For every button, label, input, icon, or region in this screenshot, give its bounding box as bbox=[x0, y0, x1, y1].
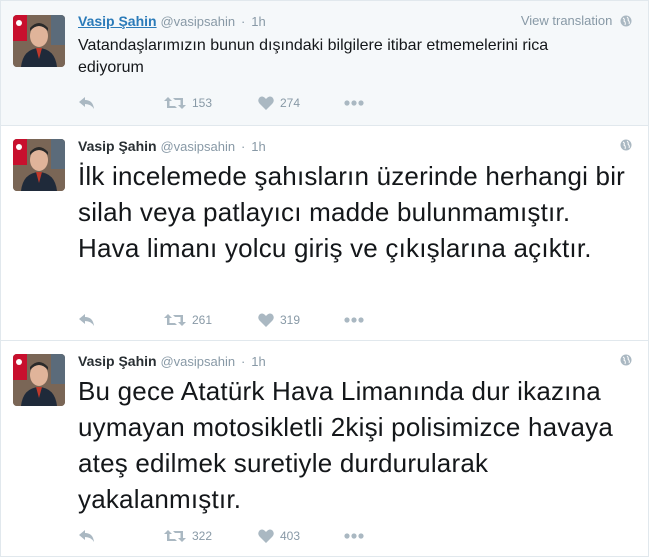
more-button[interactable] bbox=[344, 526, 364, 546]
tweet-text: Vatandaşlarımızın bunun dışındaki bilgil… bbox=[78, 37, 549, 76]
reply-button[interactable] bbox=[78, 310, 96, 330]
avatar-image bbox=[13, 139, 65, 191]
retweet-icon bbox=[164, 314, 186, 326]
view-translation-label: View translation bbox=[520, 13, 613, 28]
like-count: 319 bbox=[280, 313, 301, 327]
tweet-item[interactable]: Vasip Şahin @vasipsahin · 1h View transl… bbox=[1, 1, 648, 126]
more-button[interactable] bbox=[344, 310, 364, 330]
heart-icon bbox=[258, 529, 274, 543]
retweet-button[interactable]: 261 bbox=[164, 310, 212, 330]
avatar-image bbox=[13, 354, 65, 406]
more-icon bbox=[344, 100, 364, 106]
retweet-button[interactable]: 322 bbox=[164, 526, 212, 546]
separator: · bbox=[241, 354, 246, 369]
tweet-timeline: Vasip Şahin @vasipsahin · 1h View transl… bbox=[0, 0, 649, 557]
separator: · bbox=[241, 14, 246, 29]
separator: · bbox=[241, 139, 246, 154]
retweet-count: 261 bbox=[192, 313, 213, 327]
avatar[interactable] bbox=[13, 354, 65, 406]
retweet-button[interactable]: 153 bbox=[164, 93, 212, 113]
view-translation-link[interactable]: View translation bbox=[521, 13, 632, 28]
avatar-image bbox=[13, 15, 65, 67]
tweet-timestamp[interactable]: 1h bbox=[251, 14, 265, 29]
reply-icon bbox=[79, 314, 94, 326]
author-handle[interactable]: @vasipsahin bbox=[160, 139, 235, 154]
author-name[interactable]: Vasip Şahin bbox=[78, 138, 157, 154]
tweet-header: Vasip Şahin @vasipsahin · 1h bbox=[78, 353, 632, 371]
reply-icon bbox=[79, 530, 94, 542]
like-count: 274 bbox=[280, 96, 301, 110]
author-handle[interactable]: @vasipsahin bbox=[160, 14, 235, 29]
globe-icon[interactable] bbox=[620, 354, 632, 366]
reply-icon bbox=[79, 97, 94, 109]
more-button[interactable] bbox=[344, 93, 364, 113]
author-name[interactable]: Vasip Şahin bbox=[78, 13, 157, 29]
more-icon bbox=[344, 317, 364, 323]
globe-icon bbox=[620, 15, 632, 27]
tweet-text: İlk incelemede şahısların üzerinde herha… bbox=[78, 161, 626, 263]
tweet-item[interactable]: Vasip Şahin @vasipsahin · 1h İlk incelem… bbox=[1, 126, 648, 341]
author-handle[interactable]: @vasipsahin bbox=[160, 354, 235, 369]
globe-icon[interactable] bbox=[620, 139, 632, 151]
reply-button[interactable] bbox=[78, 526, 96, 546]
retweet-count: 153 bbox=[192, 96, 213, 110]
author-name[interactable]: Vasip Şahin bbox=[78, 353, 157, 369]
like-button[interactable]: 403 bbox=[258, 526, 300, 546]
tweet-item[interactable]: Vasip Şahin @vasipsahin · 1h Bu gece Ata… bbox=[1, 341, 648, 556]
like-button[interactable]: 319 bbox=[258, 310, 300, 330]
more-icon bbox=[344, 533, 364, 539]
heart-icon bbox=[258, 313, 274, 327]
tweet-text: Bu gece Atatürk Hava Limanında dur ikazı… bbox=[78, 376, 613, 514]
tweet-timestamp[interactable]: 1h bbox=[251, 139, 265, 154]
avatar[interactable] bbox=[13, 15, 65, 67]
tweet-header: Vasip Şahin @vasipsahin · 1h bbox=[78, 138, 632, 156]
reply-button[interactable] bbox=[78, 93, 96, 113]
like-count: 403 bbox=[280, 529, 301, 543]
retweet-count: 322 bbox=[192, 529, 213, 543]
heart-icon bbox=[258, 96, 274, 110]
retweet-icon bbox=[164, 97, 186, 109]
tweet-timestamp[interactable]: 1h bbox=[251, 354, 265, 369]
avatar[interactable] bbox=[13, 139, 65, 191]
retweet-icon bbox=[164, 530, 186, 542]
like-button[interactable]: 274 bbox=[258, 93, 300, 113]
